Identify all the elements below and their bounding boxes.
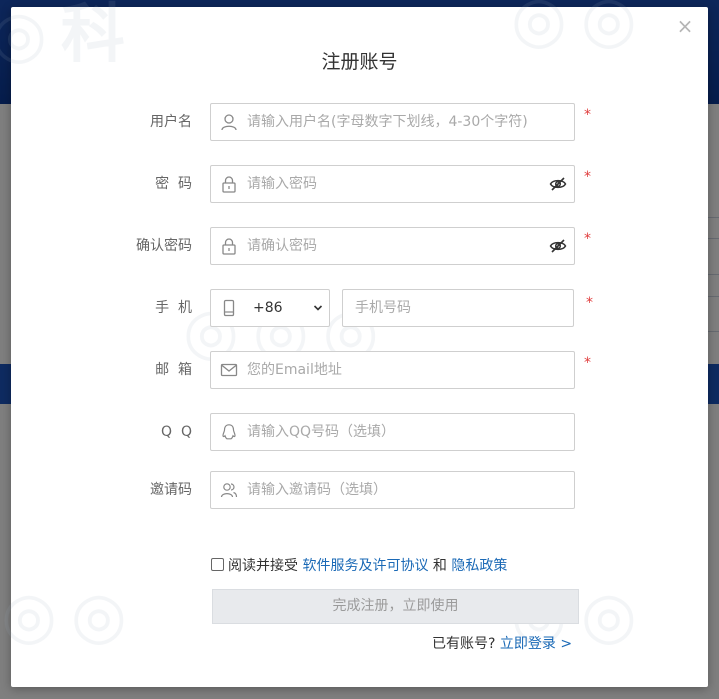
- qq-field[interactable]: [210, 413, 575, 451]
- username-label: 用户名: [150, 114, 192, 130]
- login-link[interactable]: 立即登录 >: [500, 636, 572, 652]
- phone-input[interactable]: [355, 290, 565, 326]
- users-icon: [220, 483, 238, 498]
- username-row: 用户名 *: [11, 103, 708, 141]
- email-input[interactable]: [247, 352, 537, 388]
- invite-label: 邀请码: [150, 482, 192, 498]
- terms-link[interactable]: 软件服务及许可协议: [302, 558, 428, 574]
- password-field[interactable]: [210, 165, 575, 203]
- phone-row: 手 机 +86 *: [11, 289, 708, 327]
- qq-row: Q Q: [11, 413, 708, 451]
- qq-input[interactable]: [247, 414, 537, 450]
- agreement-checkbox[interactable]: [211, 558, 224, 571]
- required-mark: *: [584, 231, 591, 247]
- username-field[interactable]: [210, 103, 575, 141]
- lock-icon: [222, 238, 236, 255]
- phone-field[interactable]: [342, 289, 574, 327]
- close-button[interactable]: ×: [676, 15, 694, 37]
- phone-label: 手 机: [155, 300, 192, 316]
- submit-button[interactable]: 完成注册，立即使用: [212, 589, 579, 624]
- invite-input[interactable]: [247, 472, 537, 508]
- required-mark: *: [584, 355, 591, 371]
- confirm-password-label: 确认密码: [136, 238, 192, 254]
- mobile-phone-icon: [223, 299, 235, 317]
- password-row: 密 码 *: [11, 165, 708, 203]
- agreement-prefix: 阅读并接受: [228, 558, 298, 574]
- email-field[interactable]: [210, 351, 575, 389]
- watermark: ◎◎: [1, 579, 141, 653]
- email-row: 邮 箱 *: [11, 351, 708, 389]
- modal-title: 注册账号: [321, 51, 398, 73]
- eye-off-icon[interactable]: [549, 237, 567, 255]
- invite-row: 邀请码: [11, 471, 708, 509]
- confirm-password-input[interactable]: [247, 228, 537, 264]
- agreement-row: 阅读并接受 软件服务及许可协议 和 隐私政策: [211, 555, 507, 575]
- password-input[interactable]: [247, 166, 537, 202]
- password-label: 密 码: [155, 176, 192, 192]
- mail-icon: [220, 363, 238, 377]
- required-mark: *: [586, 295, 593, 311]
- eye-off-icon[interactable]: [549, 175, 567, 193]
- invite-field[interactable]: [210, 471, 575, 509]
- required-mark: *: [584, 107, 591, 123]
- agreement-and: 和: [432, 558, 447, 574]
- user-icon: [221, 114, 237, 131]
- confirm-password-row: 确认密码 *: [11, 227, 708, 265]
- privacy-link[interactable]: 隐私政策: [451, 558, 507, 574]
- confirm-password-field[interactable]: [210, 227, 575, 265]
- chevron-down-icon: [313, 305, 323, 311]
- username-input[interactable]: [247, 104, 537, 140]
- login-row: 已有账号? 立即登录 >: [432, 633, 572, 653]
- register-modal: ◎科 ◎◎ ◎◎◎ ◎◎ ◎◎ × 注册账号 用户名 * 密 码: [0, 0, 708, 687]
- country-code-select[interactable]: +86: [210, 289, 330, 327]
- country-code-value: +86: [253, 300, 283, 316]
- qq-label: Q Q: [161, 424, 192, 440]
- lock-icon: [222, 176, 236, 193]
- required-mark: *: [584, 169, 591, 185]
- login-prompt: 已有账号?: [432, 636, 496, 652]
- qq-icon: [222, 424, 236, 440]
- email-label: 邮 箱: [155, 362, 192, 378]
